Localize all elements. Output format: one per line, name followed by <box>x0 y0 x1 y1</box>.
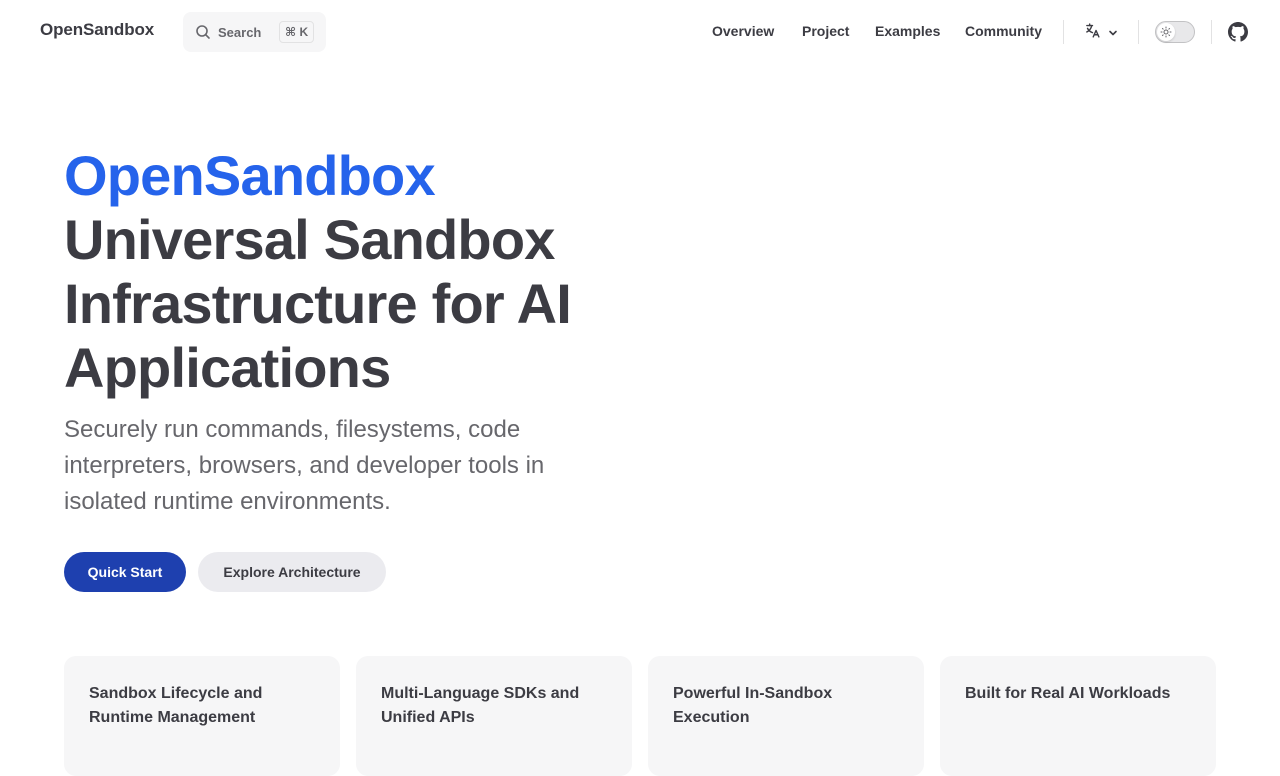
chevron-down-icon <box>1107 27 1119 39</box>
feature-title: Built for Real AI Workloads <box>965 685 1171 702</box>
feature-title: Multi-Language SDKs and Unified APIs <box>381 685 580 726</box>
feature-title: Sandbox Lifecycle and Runtime Management <box>89 685 263 726</box>
nav-link-examples[interactable]: Examples <box>875 23 940 39</box>
sun-icon <box>1157 23 1175 41</box>
hero-name: OpenSandbox <box>64 144 436 207</box>
language-switcher[interactable] <box>1084 22 1119 44</box>
top-navbar: OpenSandbox Search ⌘ K Overview Project … <box>0 0 1280 64</box>
hero-tagline: Securely run commands, filesystems, code… <box>64 416 545 515</box>
feature-card[interactable]: Built for Real AI Workloads <box>940 656 1216 776</box>
search-shortcut-badge: ⌘ K <box>279 21 315 43</box>
nav-link-community[interactable]: Community <box>965 23 1042 39</box>
search-button[interactable]: Search ⌘ K <box>183 12 326 52</box>
nav-divider <box>1211 20 1212 44</box>
theme-toggle[interactable] <box>1155 21 1195 43</box>
nav-link-overview[interactable]: Overview <box>712 23 774 39</box>
github-link[interactable] <box>1228 22 1248 42</box>
search-label: Search <box>218 24 262 40</box>
feature-card[interactable]: Powerful In-Sandbox Execution <box>648 656 924 776</box>
feature-title: Powerful In-Sandbox Execution <box>673 685 833 726</box>
quick-start-button[interactable]: Quick Start <box>64 552 186 592</box>
nav-link-project[interactable]: Project <box>802 23 849 39</box>
nav-divider <box>1063 20 1064 44</box>
github-icon <box>1228 22 1248 42</box>
search-icon <box>195 24 211 40</box>
feature-card[interactable]: Multi-Language SDKs and Unified APIs <box>356 656 632 776</box>
explore-architecture-button[interactable]: Explore Architecture <box>198 552 386 592</box>
hero-headline: Universal Sandbox Infrastructure for AI … <box>64 208 572 399</box>
nav-divider <box>1138 20 1139 44</box>
site-title[interactable]: OpenSandbox <box>40 20 154 40</box>
feature-card[interactable]: Sandbox Lifecycle and Runtime Management <box>64 656 340 776</box>
translate-icon <box>1084 22 1101 44</box>
